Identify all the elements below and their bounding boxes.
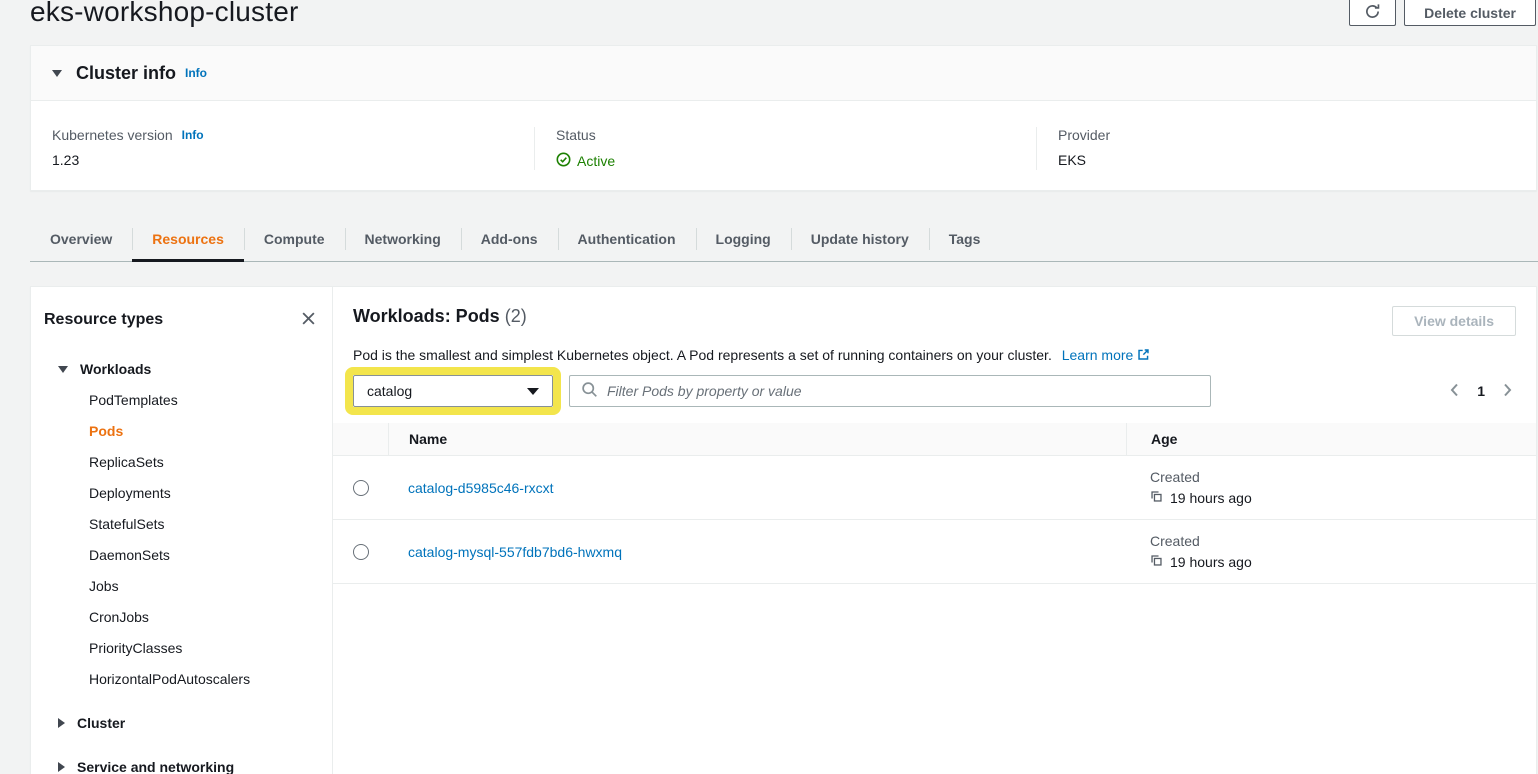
sidebar-item-jobs[interactable]: Jobs [44, 571, 318, 602]
cluster-info-header[interactable]: Cluster info Info [31, 46, 1536, 101]
pagination: 1 [1449, 382, 1516, 401]
tab-resources[interactable]: Resources [132, 216, 244, 261]
search-icon [581, 381, 598, 401]
namespace-dropdown-value: catalog [367, 383, 412, 399]
caret-right-icon [58, 718, 65, 728]
chevron-left-icon [1449, 382, 1460, 401]
refresh-icon [1364, 3, 1381, 23]
cluster-info-card: Cluster info Info Kubernetes version Inf… [30, 45, 1537, 191]
chevron-right-icon [1502, 382, 1513, 401]
copy-icon[interactable] [1150, 554, 1163, 570]
sidebar-item-daemonsets[interactable]: DaemonSets [44, 540, 318, 571]
pagination-prev-button[interactable] [1449, 382, 1460, 401]
cluster-info-title: Cluster info [76, 63, 176, 84]
sidebar-item-statefulsets[interactable]: StatefulSets [44, 509, 318, 540]
column-header-age[interactable]: Age [1126, 423, 1536, 455]
annotation-highlight: catalog [345, 367, 561, 415]
caret-down-icon [58, 366, 68, 373]
sidebar-item-cronjobs[interactable]: CronJobs [44, 602, 318, 633]
filter-row: catalog 1 [353, 367, 1516, 415]
tab-authentication[interactable]: Authentication [558, 216, 696, 261]
sidebar-item-priorityclasses[interactable]: PriorityClasses [44, 633, 318, 664]
tree-group-service-and-networking[interactable]: Service and networking [44, 751, 318, 774]
sidebar-item-pods[interactable]: Pods [44, 416, 318, 447]
copy-icon[interactable] [1150, 490, 1163, 506]
tab-add-ons[interactable]: Add-ons [461, 216, 558, 261]
delete-cluster-button[interactable]: Delete cluster [1404, 0, 1536, 26]
status-badge: Active [577, 153, 615, 169]
sidebar-title: Resource types [44, 311, 163, 329]
tab-overview[interactable]: Overview [30, 216, 132, 261]
kubernetes-version-field: Kubernetes version Info 1.23 [31, 127, 534, 170]
caret-down-icon [52, 70, 62, 77]
sidebar-item-replicasets[interactable]: ReplicaSets [44, 447, 318, 478]
age-value: 19 hours ago [1170, 554, 1252, 570]
provider-value: EKS [1058, 152, 1536, 168]
view-details-button[interactable]: View details [1392, 306, 1516, 336]
tab-logging[interactable]: Logging [696, 216, 791, 261]
sidebar-close-button[interactable] [299, 309, 318, 331]
table-header-row: Name Age [333, 423, 1536, 456]
age-value: 19 hours ago [1170, 490, 1252, 506]
page-title: eks-workshop-cluster [30, 0, 299, 28]
search-input[interactable] [607, 383, 1199, 399]
tree-group-workloads[interactable]: Workloads [44, 353, 318, 385]
pods-description: Pod is the smallest and simplest Kuberne… [353, 347, 1516, 363]
cluster-info-body: Kubernetes version Info 1.23 Status Acti… [31, 101, 1536, 190]
age-created-label: Created [1150, 533, 1252, 549]
table-row: catalog-mysql-557fdb7bd6-hwxmq Created 1… [333, 520, 1536, 584]
namespace-dropdown[interactable]: catalog [353, 375, 553, 407]
resource-types-sidebar: Resource types Workloads PodTemplates Po… [31, 287, 333, 774]
close-icon [301, 311, 316, 329]
pod-name-link[interactable]: catalog-mysql-557fdb7bd6-hwxmq [408, 544, 622, 560]
status-label: Status [556, 127, 1036, 143]
caret-down-icon [527, 388, 539, 395]
status-field: Status Active [534, 127, 1036, 170]
resource-tree: Workloads PodTemplates Pods ReplicaSets … [44, 353, 318, 774]
learn-more-link[interactable]: Learn more [1062, 347, 1151, 363]
row-radio-button[interactable] [353, 544, 369, 560]
cluster-tabs: Overview Resources Compute Networking Ad… [30, 216, 1538, 262]
pods-count: (2) [505, 306, 527, 326]
external-link-icon [1133, 347, 1150, 363]
row-radio-button[interactable] [353, 480, 369, 496]
check-circle-icon [556, 152, 571, 170]
page-header: eks-workshop-cluster Delete cluster [0, 0, 1538, 45]
column-header-name[interactable]: Name [388, 423, 1126, 455]
age-created-label: Created [1150, 469, 1252, 485]
kubernetes-version-label: Kubernetes version [52, 127, 173, 143]
pods-table: Name Age catalog-d5985c46-rxcxt Created … [333, 423, 1536, 584]
sidebar-item-podtemplates[interactable]: PodTemplates [44, 385, 318, 416]
tab-networking[interactable]: Networking [345, 216, 461, 261]
kubernetes-version-value: 1.23 [52, 152, 534, 168]
table-row: catalog-d5985c46-rxcxt Created 19 hours … [333, 456, 1536, 520]
refresh-button[interactable] [1349, 0, 1396, 26]
sidebar-item-horizontalpodautoscalers[interactable]: HorizontalPodAutoscalers [44, 664, 318, 695]
pods-heading: Workloads: Pods(2) [353, 306, 527, 327]
caret-right-icon [58, 762, 65, 772]
sidebar-item-deployments[interactable]: Deployments [44, 478, 318, 509]
resources-panel: Resource types Workloads PodTemplates Po… [30, 286, 1537, 774]
pagination-next-button[interactable] [1502, 382, 1513, 401]
pagination-current-page[interactable]: 1 [1477, 383, 1485, 399]
header-actions: Delete cluster [1349, 0, 1536, 26]
pod-name-link[interactable]: catalog-d5985c46-rxcxt [408, 480, 554, 496]
tab-compute[interactable]: Compute [244, 216, 345, 261]
kubernetes-version-info-link[interactable]: Info [182, 128, 204, 142]
cluster-info-info-link[interactable]: Info [185, 66, 207, 80]
tab-update-history[interactable]: Update history [791, 216, 929, 261]
provider-field: Provider EKS [1036, 127, 1536, 170]
pods-filter-field[interactable] [569, 375, 1211, 407]
provider-label: Provider [1058, 127, 1536, 143]
pods-main-panel: Workloads: Pods(2) View details Pod is t… [333, 287, 1536, 774]
tab-tags[interactable]: Tags [929, 216, 1001, 261]
tree-group-cluster[interactable]: Cluster [44, 707, 318, 739]
